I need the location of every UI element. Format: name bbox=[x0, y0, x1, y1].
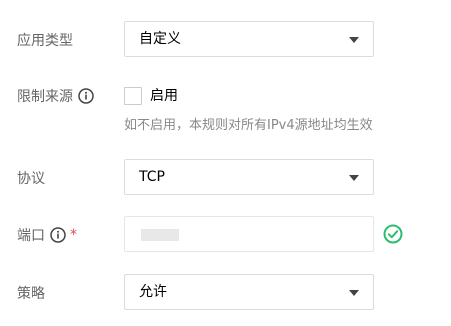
chevron-down-icon bbox=[349, 37, 359, 43]
rule-form: 应用类型 自定义 限制来源 启用 如不启用，本规则对所有IPv4源地址均生效 协… bbox=[0, 0, 451, 326]
port-masked-value bbox=[141, 229, 179, 241]
check-circle-icon bbox=[383, 224, 403, 244]
policy-select[interactable]: 允许 bbox=[124, 274, 374, 310]
info-icon[interactable] bbox=[78, 88, 94, 104]
source-limit-hint: 如不启用，本规则对所有IPv4源地址均生效 bbox=[124, 118, 373, 133]
chevron-down-icon bbox=[349, 290, 359, 296]
app-type-label-text: 应用类型 bbox=[17, 33, 73, 49]
port-label-text: 端口 bbox=[17, 228, 45, 244]
protocol-value: TCP bbox=[139, 169, 165, 185]
policy-value: 允许 bbox=[139, 284, 167, 300]
info-icon[interactable] bbox=[50, 227, 66, 243]
protocol-label: 协议 bbox=[17, 168, 45, 188]
chevron-down-icon bbox=[349, 175, 359, 181]
port-label: 端口 * bbox=[17, 225, 77, 245]
app-type-label: 应用类型 bbox=[17, 30, 73, 50]
source-limit-checkbox-label[interactable]: 启用 bbox=[150, 85, 178, 107]
source-limit-checkbox[interactable] bbox=[124, 87, 142, 105]
app-type-select[interactable]: 自定义 bbox=[124, 21, 374, 57]
app-type-value: 自定义 bbox=[139, 31, 181, 47]
protocol-label-text: 协议 bbox=[17, 171, 45, 187]
port-input[interactable] bbox=[124, 216, 374, 252]
policy-label-text: 策略 bbox=[17, 286, 45, 302]
policy-label: 策略 bbox=[17, 283, 45, 303]
required-mark: * bbox=[70, 227, 77, 243]
source-limit-label: 限制来源 bbox=[17, 86, 94, 106]
protocol-select[interactable]: TCP bbox=[124, 159, 374, 195]
source-limit-label-text: 限制来源 bbox=[17, 89, 73, 105]
